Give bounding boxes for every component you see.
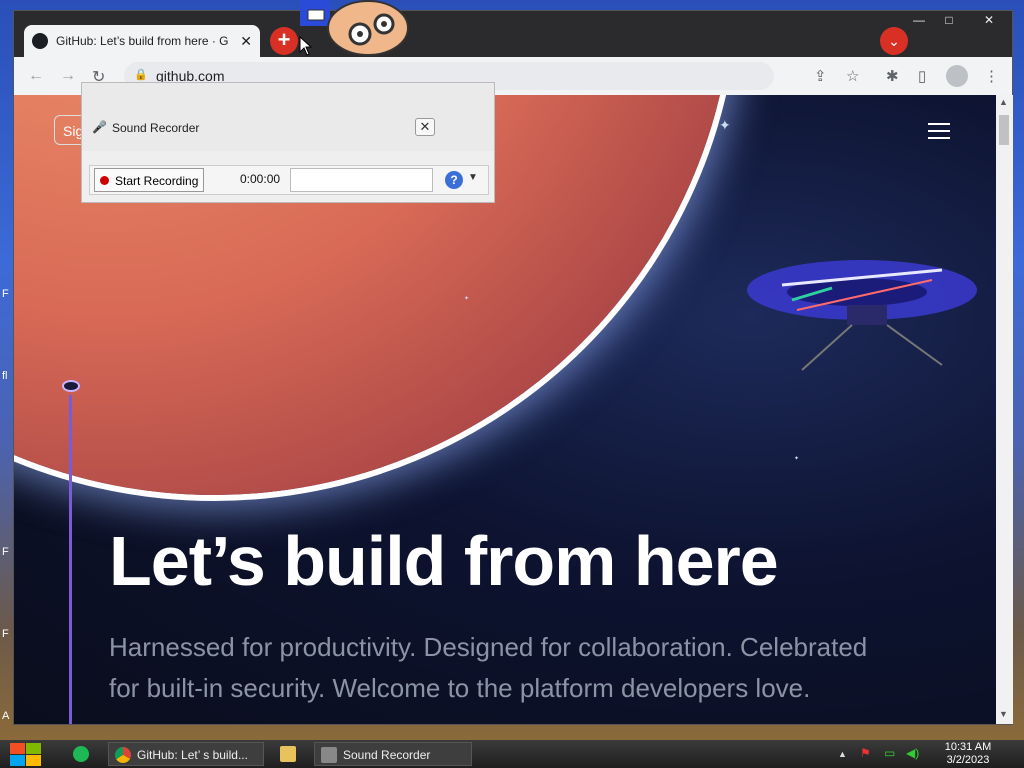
side-panel-icon[interactable]: ▯ bbox=[918, 67, 926, 85]
mouse-cursor-icon bbox=[299, 36, 313, 56]
desktop-icon-label[interactable]: F bbox=[2, 628, 9, 640]
extensions-icon[interactable]: ✱ bbox=[886, 67, 899, 85]
browser-titlebar: GitHub: Let’s build from here · G ✕ + ⌄ … bbox=[14, 11, 1012, 57]
taskbar-app-label: Sound Recorder bbox=[343, 748, 431, 762]
tab-close-icon[interactable]: ✕ bbox=[240, 33, 252, 50]
recorder-close-icon[interactable]: ✕ bbox=[415, 118, 435, 136]
lock-icon: 🔒 bbox=[134, 69, 148, 81]
new-tab-button[interactable]: + bbox=[270, 27, 298, 55]
minimize-button[interactable]: — bbox=[906, 11, 932, 29]
record-dot-icon bbox=[100, 176, 109, 185]
taskbar-app-green[interactable] bbox=[66, 742, 96, 766]
close-button[interactable]: ✕ bbox=[966, 11, 1012, 29]
hero-title: Let’s build from here bbox=[109, 522, 779, 600]
sound-recorder-window: 🎤 Sound Recorder ✕ Start Recording 0:00:… bbox=[81, 82, 495, 203]
window-controls: — □ ✕ bbox=[902, 11, 1012, 29]
start-button[interactable] bbox=[8, 742, 42, 766]
desktop-icon-label[interactable]: fl bbox=[2, 370, 8, 382]
star-icon: ✦ bbox=[464, 296, 470, 302]
chrome-icon bbox=[115, 747, 131, 763]
tab-search-button[interactable]: ⌄ bbox=[880, 27, 908, 55]
desktop-icon-label[interactable]: A bbox=[2, 710, 9, 722]
menu-dots-icon[interactable]: ⋮ bbox=[984, 67, 999, 85]
helicopter-illustration bbox=[747, 260, 977, 371]
microphone-icon bbox=[321, 747, 337, 763]
back-icon[interactable]: ← bbox=[28, 67, 44, 85]
timeline-line bbox=[69, 395, 72, 724]
star-icon: ✦ bbox=[794, 456, 800, 462]
star-icon: ✦ bbox=[719, 117, 731, 133]
folder-icon bbox=[280, 746, 296, 762]
action-center-icon[interactable]: ⚑ bbox=[860, 746, 871, 760]
recorder-titlebar: 🎤 Sound Recorder ✕ bbox=[82, 83, 494, 151]
app-green-icon bbox=[73, 746, 89, 762]
profile-avatar[interactable] bbox=[946, 65, 968, 87]
clock[interactable]: 10:31 AM 3/2/2023 bbox=[930, 741, 1006, 767]
recorder-controls: Start Recording 0:00:00 ? ▼ bbox=[89, 165, 489, 195]
tab-title: GitHub: Let’s build from here · G bbox=[56, 34, 229, 48]
taskbar-app-sound-recorder[interactable]: Sound Recorder bbox=[314, 742, 472, 766]
clock-time: 10:31 AM bbox=[944, 741, 992, 753]
taskbar-app-chrome[interactable]: GitHub: Let’ s build... bbox=[108, 742, 264, 766]
windows-logo-icon bbox=[10, 743, 25, 754]
clock-date: 3/2/2023 bbox=[946, 754, 990, 766]
browser-tab[interactable]: GitHub: Let’s build from here · G ✕ bbox=[24, 25, 260, 57]
desktop-icon-label[interactable]: F bbox=[2, 546, 9, 558]
github-icon bbox=[32, 33, 48, 49]
timeline-dot bbox=[62, 380, 80, 392]
show-hidden-icons[interactable]: ▲ bbox=[838, 749, 847, 759]
hero-subtitle: Harnessed for productivity. Designed for… bbox=[109, 632, 868, 703]
cartoon-face-overlay bbox=[300, 0, 409, 56]
help-dropdown-icon[interactable]: ▼ bbox=[468, 172, 478, 183]
hamburger-menu-icon[interactable] bbox=[928, 123, 950, 144]
taskbar: GitHub: Let’ s build... Sound Recorder ▲… bbox=[0, 740, 1024, 768]
scroll-down-icon[interactable]: ▼ bbox=[999, 709, 1008, 719]
help-icon[interactable]: ? bbox=[445, 171, 463, 189]
maximize-button[interactable]: □ bbox=[936, 11, 962, 29]
forward-icon[interactable]: → bbox=[60, 67, 76, 85]
desktop-icon-label[interactable]: F bbox=[2, 288, 9, 300]
level-meter bbox=[290, 168, 433, 192]
network-icon[interactable]: ▭ bbox=[884, 746, 895, 760]
volume-icon[interactable]: ◀) bbox=[906, 746, 919, 760]
recording-time: 0:00:00 bbox=[240, 172, 281, 186]
bookmark-star-icon[interactable]: ☆ bbox=[846, 67, 859, 85]
start-recording-button[interactable]: Start Recording bbox=[94, 168, 204, 192]
microphone-icon: 🎤 bbox=[92, 120, 107, 134]
start-recording-label: Start Recording bbox=[115, 174, 199, 188]
recorder-title: Sound Recorder bbox=[112, 121, 200, 135]
scroll-thumb[interactable] bbox=[999, 115, 1009, 145]
share-icon[interactable]: ⇪ bbox=[814, 67, 827, 85]
taskbar-app-explorer[interactable] bbox=[270, 742, 308, 766]
scroll-up-icon[interactable]: ▲ bbox=[999, 97, 1008, 107]
taskbar-app-label: GitHub: Let’ s build... bbox=[137, 748, 248, 762]
page-scrollbar[interactable]: ▲ ▼ bbox=[996, 95, 1013, 724]
